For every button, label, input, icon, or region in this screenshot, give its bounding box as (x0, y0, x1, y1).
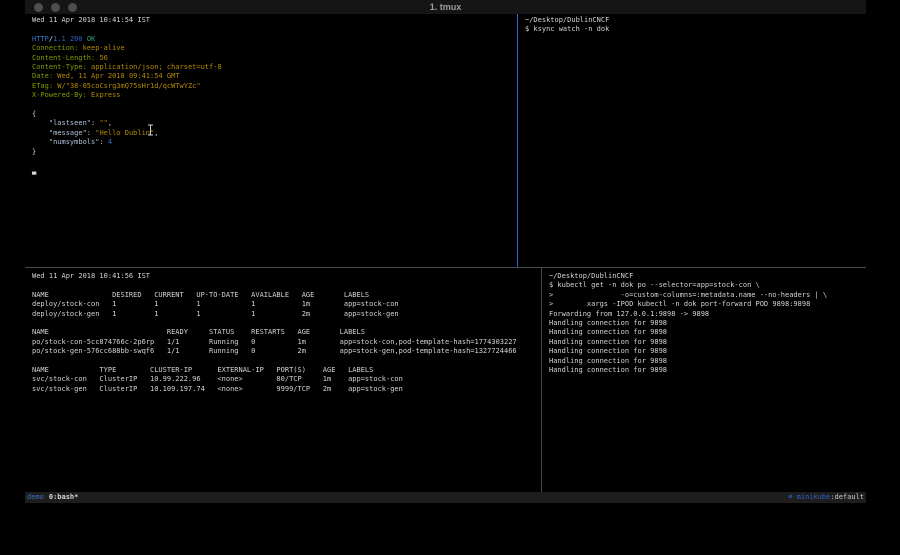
window-title: 1. tmux (25, 0, 866, 14)
terminal-line: Handling connection for 9898 (549, 319, 866, 328)
terminal-line (32, 319, 541, 328)
terminal-line: Content-Length: 56 (32, 54, 517, 63)
terminal-line: "numsymbols": 4 (32, 138, 517, 147)
terminal-line: ▃ (32, 167, 517, 176)
terminal-line: ETag: W/"38-05coCsrg3mQ75sHr1d/qcWTwYZc" (32, 82, 517, 91)
terminal-line: Handling connection for 9898 (549, 366, 866, 375)
terminal-line: deploy/stock-con 1 1 1 1 1m app=stock-co… (32, 300, 541, 309)
terminal-line: Wed 11 Apr 2018 10:41:56 IST (32, 272, 541, 281)
terminal-line: > xargs -IPOD kubectl -n dok port-forwar… (549, 300, 866, 309)
terminal-line: $ kubectl get -n dok po --selector=app=s… (549, 281, 866, 290)
terminal-line: { (32, 110, 517, 119)
terminal-line: Handling connection for 9898 (549, 338, 866, 347)
pane-divider-horizontal[interactable] (25, 267, 866, 268)
terminal-line: ~/Desktop/DublinCNCF (549, 272, 866, 281)
tmux-status-bar: demo 0:bash* ☸ minikube :default (25, 492, 866, 503)
terminal-line: ~/Desktop/DublinCNCF (525, 16, 866, 25)
title-bar[interactable]: 1. tmux (25, 0, 866, 14)
terminal-line: X-Powered-By: Express (32, 91, 517, 100)
terminal-window: 1. tmux Wed 11 Apr 2018 10:41:54 IST HTT… (25, 0, 866, 503)
terminal-line: Wed 11 Apr 2018 10:41:54 IST (32, 16, 517, 25)
pane-kubectl-get[interactable]: Wed 11 Apr 2018 10:41:56 IST NAME DESIRE… (25, 268, 541, 492)
kube-context: minikube (792, 492, 830, 503)
terminal-line (32, 25, 517, 34)
terminal-line: NAME READY STATUS RESTARTS AGE LABELS (32, 328, 541, 337)
terminal-line: > -o=custom-columns=:metadata.name --no-… (549, 291, 866, 300)
terminal-line (32, 357, 541, 366)
terminal-line: svc/stock-gen ClusterIP 10.109.197.74 <n… (32, 385, 541, 394)
terminal-line (32, 281, 541, 290)
terminal-line: Content-Type: application/json; charset=… (32, 63, 517, 72)
pane-divider-vertical-bottom[interactable] (541, 268, 542, 492)
pane-divider-vertical-top[interactable] (517, 14, 518, 267)
terminal-line: svc/stock-con ClusterIP 10.99.222.96 <no… (32, 375, 541, 384)
terminal-content: Wed 11 Apr 2018 10:41:54 IST HTTP/1.1 20… (25, 14, 866, 492)
terminal-line: } (32, 148, 517, 157)
terminal-line: po/stock-gen-576cc688bb-swqf6 1/1 Runnin… (32, 347, 541, 356)
status-left: demo 0:bash* (25, 492, 78, 503)
terminal-line: $ ksync watch -n dok (525, 25, 866, 34)
terminal-line: NAME TYPE CLUSTER-IP EXTERNAL-IP PORT(S)… (32, 366, 541, 375)
status-right: ☸ minikube :default (788, 492, 866, 503)
terminal-line: Date: Wed, 11 Apr 2018 09:41:54 GMT (32, 72, 517, 81)
terminal-line: Handling connection for 9898 (549, 357, 866, 366)
kube-namespace: :default (830, 492, 864, 503)
text-cursor-pointer-icon (147, 124, 154, 136)
terminal-line: NAME DESIRED CURRENT UP-TO-DATE AVAILABL… (32, 291, 541, 300)
pane-port-forward[interactable]: ~/Desktop/DublinCNCF$ kubectl get -n dok… (542, 268, 866, 492)
terminal-line (32, 157, 517, 166)
terminal-line: HTTP/1.1 200 OK (32, 35, 517, 44)
window-tab-bash[interactable]: 0:bash* (44, 492, 79, 503)
terminal-line: Handling connection for 9898 (549, 328, 866, 337)
pane-http-response[interactable]: Wed 11 Apr 2018 10:41:54 IST HTTP/1.1 20… (25, 14, 517, 267)
terminal-line (32, 101, 517, 110)
terminal-line: po/stock-con-5cc874766c-2p6rp 1/1 Runnin… (32, 338, 541, 347)
terminal-line: "lastseen": "", (32, 119, 517, 128)
session-name: demo (27, 492, 44, 503)
terminal-line: "message": "Hello Dublin", (32, 129, 517, 138)
terminal-line: Forwarding from 127.0.0.1:9898 -> 9898 (549, 310, 866, 319)
terminal-line: Connection: keep-alive (32, 44, 517, 53)
terminal-line: Handling connection for 9898 (549, 347, 866, 356)
pane-ksync-watch[interactable]: ~/Desktop/DublinCNCF$ ksync watch -n dok (518, 14, 866, 267)
terminal-line: deploy/stock-gen 1 1 1 1 2m app=stock-ge… (32, 310, 541, 319)
